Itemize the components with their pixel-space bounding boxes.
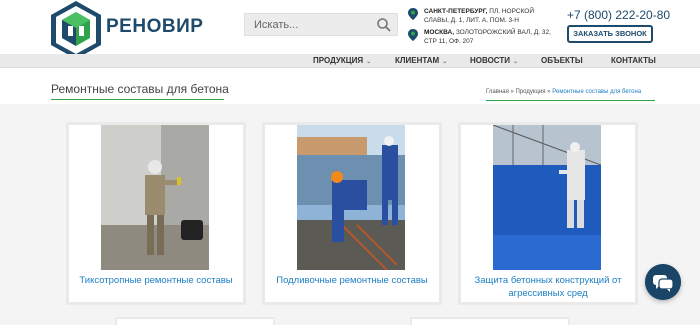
product-card-protection[interactable]: Защита бетонных конструкций от агрессивн… <box>458 122 638 305</box>
breadcrumb-underline <box>486 100 655 101</box>
page-title-bar: Ремонтные составы для бетона Главная » П… <box>0 68 700 104</box>
chevron-down-icon: ⌄ <box>513 59 519 65</box>
main-nav: ПРОДУКЦИЯ ⌄ КЛИЕНТАМ ⌄ НОВОСТИ ⌄ ОБЪЕКТЫ КО… <box>0 54 700 68</box>
phone-number[interactable]: +7 (800) 222-20-80 <box>567 8 670 22</box>
product-card-partial[interactable] <box>410 317 570 325</box>
chevron-down-icon: ⌄ <box>442 59 448 65</box>
nav-item-label: ОБЪЕКТЫ <box>541 56 583 65</box>
nav-item-label: КОНТАКТЫ <box>611 56 656 65</box>
nav-item-news[interactable]: НОВОСТИ ⌄ <box>470 56 518 65</box>
address-line: СТР 11, ОФ. 207 <box>424 38 474 45</box>
product-card-thixotropic[interactable]: Тиксотропные ремонтные составы <box>66 122 246 305</box>
breadcrumb-products[interactable]: Продукция <box>516 89 546 95</box>
nav-item-objects[interactable]: ОБЪЕКТЫ <box>541 56 583 65</box>
site-header: РЕНОВИР Искать... САНКТ-ПЕТЕРБУРГ, ПЛ. Н… <box>0 0 700 59</box>
nav-item-label: НОВОСТИ <box>470 56 511 65</box>
breadcrumb: Главная » Продукция » Ремонтные составы … <box>486 89 641 95</box>
product-card-grouting[interactable]: Подливочные ремонтные составы <box>262 122 442 305</box>
chevron-down-icon: ⌄ <box>366 59 372 65</box>
product-photo <box>297 125 405 270</box>
search-icon[interactable] <box>376 17 392 33</box>
breadcrumb-home[interactable]: Главная <box>486 89 509 95</box>
address-line: ЗОЛОТОРОЖСКИЙ ВАЛ, Д. 32, <box>454 29 551 36</box>
breadcrumb-separator: » <box>547 89 551 95</box>
title-underline <box>51 99 224 100</box>
address-line: ПЛ. НОРСКОЙ <box>487 8 534 15</box>
nav-item-clients[interactable]: КЛИЕНТАМ ⌄ <box>395 56 447 65</box>
product-caption[interactable]: Подливочные ремонтные составы <box>269 274 435 287</box>
product-caption[interactable]: Тиксотропные ремонтные составы <box>73 274 239 287</box>
product-card-partial[interactable] <box>115 317 275 325</box>
product-caption[interactable]: Защита бетонных конструкций от агрессивн… <box>465 274 631 300</box>
chat-widget-button[interactable] <box>645 264 681 300</box>
search-placeholder: Искать... <box>254 19 299 31</box>
address-city: САНКТ-ПЕТЕРБУРГ, <box>424 8 488 15</box>
nav-item-contacts[interactable]: КОНТАКТЫ <box>611 56 656 65</box>
renovir-logo[interactable] <box>50 0 102 60</box>
breadcrumb-separator: » <box>510 89 514 95</box>
page-title: Ремонтные составы для бетона <box>51 82 229 96</box>
nav-item-label: ПРОДУКЦИЯ <box>313 56 364 65</box>
address-line: СЛАВЫ, Д. 1, ЛИТ. А, ПОМ. 3-Н <box>424 17 519 24</box>
nav-item-products[interactable]: ПРОДУКЦИЯ ⌄ <box>313 56 371 65</box>
brand-name[interactable]: РЕНОВИР <box>106 16 203 38</box>
search-box[interactable]: Искать... <box>244 13 398 36</box>
map-pin-icon <box>408 29 418 41</box>
product-photo <box>493 125 601 270</box>
breadcrumb-current: Ремонтные составы для бетона <box>552 89 642 95</box>
address-city: МОСКВА, <box>424 29 455 36</box>
product-photo <box>101 125 209 270</box>
map-pin-icon <box>408 8 418 20</box>
nav-item-label: КЛИЕНТАМ <box>395 56 440 65</box>
order-call-button[interactable]: ЗАКАЗАТЬ ЗВОНОК <box>567 25 653 43</box>
